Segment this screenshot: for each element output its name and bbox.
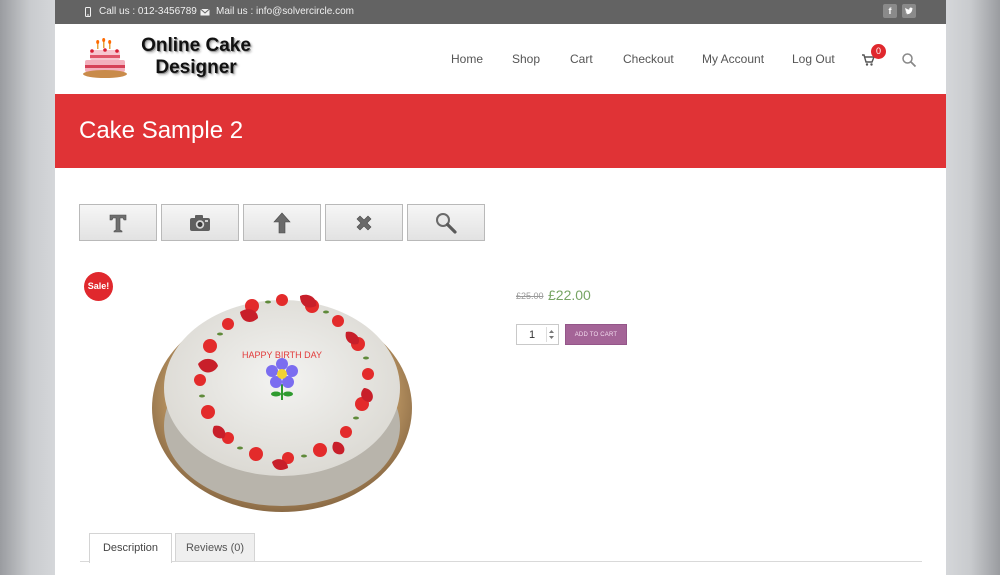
envelope-icon [200, 8, 210, 15]
phone-info: Call us : 012-3456789 [83, 6, 197, 17]
sale-badge: Sale! [84, 272, 113, 301]
zoom-tool-button[interactable] [407, 204, 485, 241]
close-icon [356, 215, 372, 230]
site-logo-text[interactable]: Online Cake Designer [133, 35, 259, 79]
facebook-icon[interactable]: f [883, 4, 897, 18]
cart-count-badge: 0 [871, 44, 886, 59]
stepper-arrows-icon[interactable] [546, 327, 556, 342]
site-header: Online Cake Designer Home Shop Cart Chec… [55, 24, 946, 94]
camera-tool-icon [190, 214, 210, 231]
nav-checkout[interactable]: Checkout [623, 52, 674, 66]
magnifier-icon [436, 212, 457, 234]
email-info: Mail us : info@solvercircle.com [200, 6, 354, 17]
nav-home[interactable]: Home [451, 52, 483, 66]
product-image[interactable]: HAPPY BIRTH DAY [150, 276, 415, 516]
quantity-value: 1 [529, 329, 536, 341]
page-title: Cake Sample 2 [79, 117, 244, 144]
text-tool-button[interactable] [79, 204, 157, 241]
original-price: £25.00 [516, 291, 544, 301]
add-to-cart-button[interactable]: ADD TO CART [565, 324, 627, 345]
page: Call us : 012-3456789 Mail us : info@sol… [55, 0, 946, 575]
twitter-icon[interactable] [902, 4, 916, 18]
cake-logo-icon[interactable] [82, 38, 128, 80]
search-icon[interactable] [901, 52, 917, 68]
logo-line-1: Online Cake [141, 35, 251, 56]
logo-line-2: Designer [155, 57, 237, 78]
nav-shop[interactable]: Shop [512, 52, 540, 66]
tab-description[interactable]: Description [89, 533, 172, 563]
text-tool-icon [109, 214, 127, 232]
tab-reviews[interactable]: Reviews (0) [175, 533, 255, 561]
arrow-up-icon [273, 212, 291, 233]
sale-price: £22.00 [548, 287, 591, 303]
nav-my-account[interactable]: My Account [702, 52, 764, 66]
email-text: Mail us : info@solvercircle.com [216, 6, 354, 17]
quantity-stepper[interactable]: 1 [516, 324, 559, 345]
top-bar: Call us : 012-3456789 Mail us : info@sol… [55, 0, 946, 24]
phone-icon [85, 6, 91, 17]
nav-cart[interactable]: Cart [570, 52, 593, 66]
phone-text: Call us : 012-3456789 [99, 6, 197, 17]
camera-tool-button[interactable] [161, 204, 239, 241]
move-up-tool-button[interactable] [243, 204, 321, 241]
page-title-banner: Cake Sample 2 [55, 94, 946, 168]
nav-log-out[interactable]: Log Out [792, 52, 835, 66]
delete-tool-button[interactable] [325, 204, 403, 241]
